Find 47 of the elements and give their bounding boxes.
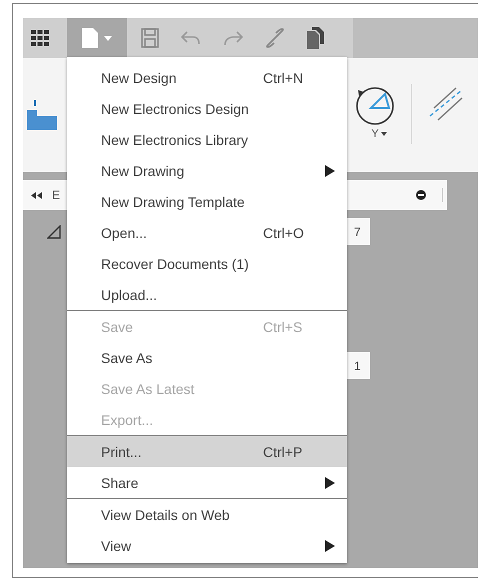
- submenu-arrow-icon: [325, 540, 335, 552]
- grid-menu-icon[interactable]: [31, 30, 49, 46]
- menu-item-label: Print...: [101, 444, 142, 460]
- caret-icon[interactable]: [380, 132, 387, 136]
- menu-item-label: Recover Documents (1): [101, 256, 250, 272]
- shortcut-label: Ctrl+P: [263, 444, 304, 460]
- document-icon: [82, 28, 98, 48]
- menu-item[interactable]: New Electronics Library: [67, 124, 347, 155]
- shortcut-label: Ctrl+O: [263, 224, 305, 240]
- shortcut-label: Ctrl+N: [263, 70, 304, 86]
- file-menu-button[interactable]: [67, 18, 127, 58]
- documents-icon[interactable]: [307, 27, 325, 49]
- menu-item-label: Upload...: [101, 286, 158, 302]
- menu-item-label: Save As Latest: [101, 380, 196, 396]
- menu-item-label: Open...: [101, 224, 148, 240]
- menu-item-label: New Drawing Template: [101, 194, 246, 210]
- browser-title: E: [52, 188, 60, 202]
- menu-item-label: Save As: [101, 350, 154, 366]
- menu-item[interactable]: Print... Ctrl+P: [67, 436, 347, 467]
- menu-item[interactable]: Recover Documents (1): [67, 248, 347, 279]
- menu-item-label: View: [101, 538, 132, 554]
- menu-item-label: New Electronics Design: [101, 100, 250, 116]
- menu-item-label: View Details on Web: [101, 506, 231, 522]
- collapse-icon[interactable]: [31, 192, 42, 198]
- menu-item-label: New Electronics Library: [101, 132, 250, 148]
- sketch-triangle-icon: [47, 225, 61, 239]
- menu-item-label: Save: [101, 318, 134, 334]
- submenu-arrow-icon: [325, 164, 335, 176]
- menu-item-label: New Design: [101, 70, 178, 86]
- submenu-arrow-icon: [325, 476, 335, 488]
- menu-item-label: Share: [101, 474, 140, 490]
- menu-item[interactable]: New Drawing Template: [67, 186, 347, 217]
- menu-item[interactable]: New Design Ctrl+N: [67, 62, 347, 93]
- menu-item[interactable]: New Drawing: [67, 155, 347, 186]
- menu-item-label: Export...: [101, 412, 154, 428]
- ribbon-label: Y: [371, 128, 379, 140]
- menu-item-label: New Drawing: [101, 162, 186, 178]
- menu-item[interactable]: Share: [67, 467, 347, 499]
- shortcut-label: Ctrl+S: [263, 318, 304, 334]
- menu-item[interactable]: View: [67, 530, 347, 561]
- menu-item[interactable]: View Details on Web: [67, 499, 347, 530]
- circle-toggle-icon[interactable]: [416, 190, 426, 200]
- caret-icon: [104, 36, 112, 40]
- menu-item[interactable]: New Electronics Design: [67, 93, 347, 124]
- rotate-icon[interactable]: [353, 84, 397, 126]
- extrude-shape-icon: [27, 100, 57, 130]
- menu-item[interactable]: Upload...: [67, 279, 347, 311]
